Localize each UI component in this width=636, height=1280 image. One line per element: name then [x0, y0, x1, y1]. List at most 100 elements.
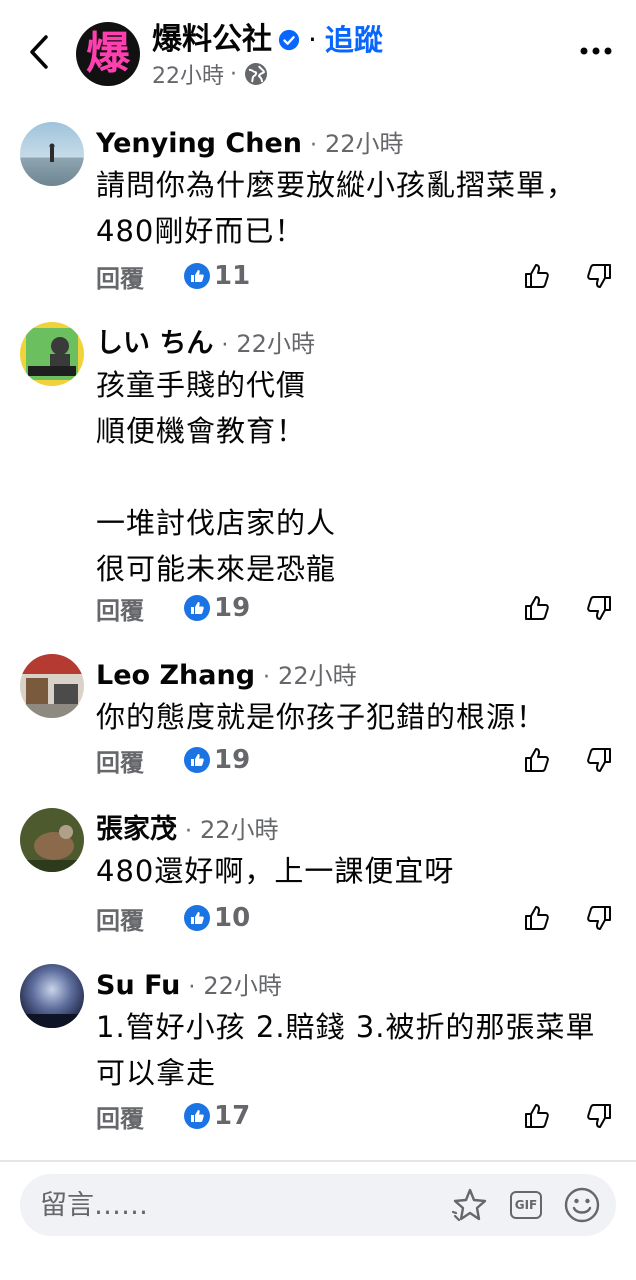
- title-separator: ·: [308, 23, 317, 56]
- thumbs-up-icon: [525, 1104, 549, 1128]
- comment-text: 1.管好小孩 2.賠錢 3.被折的那張菜單可以拿走: [96, 1010, 596, 1090]
- thumbs-down-button[interactable]: [582, 259, 616, 293]
- meta-separator: ·: [230, 61, 237, 87]
- reply-button[interactable]: 回覆: [96, 1099, 144, 1134]
- like-icon: [184, 1103, 210, 1129]
- thumbs-down-button[interactable]: [582, 1099, 616, 1133]
- like-summary[interactable]: 17: [184, 1101, 250, 1131]
- like-count: 17: [214, 1101, 251, 1131]
- page-avatar[interactable]: 爆: [76, 22, 140, 86]
- comment-body: 張家茂 · 22小時 480還好啊，上一課便宜呀: [96, 812, 616, 894]
- like-icon: [184, 595, 210, 621]
- reply-button[interactable]: 回覆: [96, 259, 144, 294]
- reaction-buttons: [492, 256, 616, 296]
- comment-input[interactable]: [40, 1174, 420, 1236]
- like-count: 19: [214, 593, 251, 623]
- avatar[interactable]: [20, 654, 84, 718]
- like-summary[interactable]: 10: [184, 903, 250, 933]
- comment-separator: ·: [263, 665, 271, 690]
- comment-text: 孩童手賤的代價 順便機會教育！ 一堆討伐店家的人 很可能未來是恐龍: [96, 368, 337, 586]
- comment-actions: 回覆 19: [96, 740, 616, 780]
- avatar[interactable]: [20, 322, 84, 386]
- reaction-buttons: [492, 898, 616, 938]
- thumbs-down-icon: [587, 906, 611, 930]
- comment-body: しい ちん · 22小時 孩童手賤的代價 順便機會教育！ 一堆討伐店家的人 很可…: [96, 326, 616, 592]
- comment-composer: GIF: [20, 1174, 616, 1236]
- comment-text: 480還好啊，上一課便宜呀: [96, 854, 455, 888]
- thumbs-up-button[interactable]: [520, 591, 554, 625]
- post-header: 爆 爆料公社 · 追蹤 22小時 ·: [0, 0, 636, 100]
- thumbs-up-icon: [525, 906, 549, 930]
- comment-time[interactable]: 22小時: [278, 658, 357, 694]
- gif-icon: GIF: [510, 1191, 542, 1219]
- comment-author[interactable]: Su Fu: [96, 968, 180, 1004]
- comment-separator: ·: [221, 333, 229, 358]
- thumbs-down-button[interactable]: [582, 743, 616, 777]
- like-summary[interactable]: 19: [184, 593, 250, 623]
- thumbs-down-icon: [587, 1104, 611, 1128]
- comment-body: Yenying Chen · 22小時 請問你為什麼要放縱小孩亂摺菜單，480剛…: [96, 126, 616, 254]
- reaction-buttons: [492, 588, 616, 628]
- emoji-button[interactable]: [562, 1185, 602, 1225]
- comment-header: Su Fu · 22小時: [96, 968, 616, 1004]
- comment-actions: 回覆 17: [96, 1096, 616, 1136]
- comment-author[interactable]: しい ちん: [96, 326, 213, 362]
- comment-header: Leo Zhang · 22小時: [96, 658, 616, 694]
- like-count: 10: [214, 903, 251, 933]
- avatar-image: [20, 964, 84, 1028]
- reply-button[interactable]: 回覆: [96, 591, 144, 626]
- comment-author[interactable]: Leo Zhang: [96, 658, 255, 694]
- like-summary[interactable]: 19: [184, 745, 250, 775]
- thumbs-down-button[interactable]: [582, 901, 616, 935]
- comment-time[interactable]: 22小時: [200, 812, 279, 848]
- chevron-left-icon: [30, 35, 48, 69]
- comment-actions: 回覆 11: [96, 256, 616, 296]
- comment-time[interactable]: 22小時: [325, 126, 404, 162]
- comment-header: Yenying Chen · 22小時: [96, 126, 616, 162]
- comment-text: 請問你為什麼要放縱小孩亂摺菜單，480剛好而已！: [96, 168, 577, 248]
- thumbs-up-button[interactable]: [520, 259, 554, 293]
- comment-separator: ·: [185, 819, 192, 844]
- avatar[interactable]: [20, 122, 84, 186]
- comment-author[interactable]: Yenying Chen: [96, 126, 302, 162]
- thumbs-up-icon: [525, 264, 549, 288]
- comment: Leo Zhang · 22小時 你的態度就是你孩子犯錯的根源！ 回覆 19: [0, 654, 636, 784]
- gif-button[interactable]: GIF: [506, 1185, 546, 1225]
- comment-time[interactable]: 22小時: [236, 326, 315, 362]
- avatar-image: [20, 654, 84, 718]
- follow-button[interactable]: 追蹤: [325, 20, 383, 60]
- like-summary[interactable]: 11: [184, 261, 250, 291]
- thumbs-down-icon: [587, 264, 611, 288]
- avatar-image: [20, 808, 84, 872]
- avatar-image: [20, 322, 84, 386]
- thumbs-up-button[interactable]: [520, 743, 554, 777]
- like-icon: [184, 263, 210, 289]
- composer-divider: [0, 1160, 636, 1162]
- comment: Yenying Chen · 22小時 請問你為什麼要放縱小孩亂摺菜單，480剛…: [0, 122, 636, 312]
- comment-time[interactable]: 22小時: [203, 968, 282, 1004]
- emoji-icon: [564, 1187, 600, 1223]
- thumbs-down-icon: [587, 748, 611, 772]
- like-icon: [184, 905, 210, 931]
- post-time: 22小時: [152, 64, 224, 89]
- avatar-image: [20, 122, 84, 186]
- reaction-buttons: [492, 740, 616, 780]
- globe-icon: [245, 63, 267, 85]
- more-options-button[interactable]: [578, 36, 614, 66]
- thumbs-up-button[interactable]: [520, 1099, 554, 1133]
- reply-button[interactable]: 回覆: [96, 743, 144, 778]
- avatar[interactable]: [20, 808, 84, 872]
- like-icon: [184, 747, 210, 773]
- thumbs-down-button[interactable]: [582, 591, 616, 625]
- reply-button[interactable]: 回覆: [96, 901, 144, 936]
- sticker-button[interactable]: [450, 1185, 490, 1225]
- composer-tools: GIF: [434, 1174, 602, 1236]
- page-name[interactable]: 爆料公社: [152, 20, 272, 60]
- thumbs-up-button[interactable]: [520, 901, 554, 935]
- comment-author[interactable]: 張家茂: [96, 812, 177, 848]
- comment-header: 張家茂 · 22小時: [96, 812, 616, 848]
- comment: 張家茂 · 22小時 480還好啊，上一課便宜呀 回覆 10: [0, 808, 636, 938]
- avatar[interactable]: [20, 964, 84, 1028]
- back-button[interactable]: [22, 32, 56, 72]
- comment: しい ちん · 22小時 孩童手賤的代價 順便機會教育！ 一堆討伐店家的人 很可…: [0, 322, 636, 642]
